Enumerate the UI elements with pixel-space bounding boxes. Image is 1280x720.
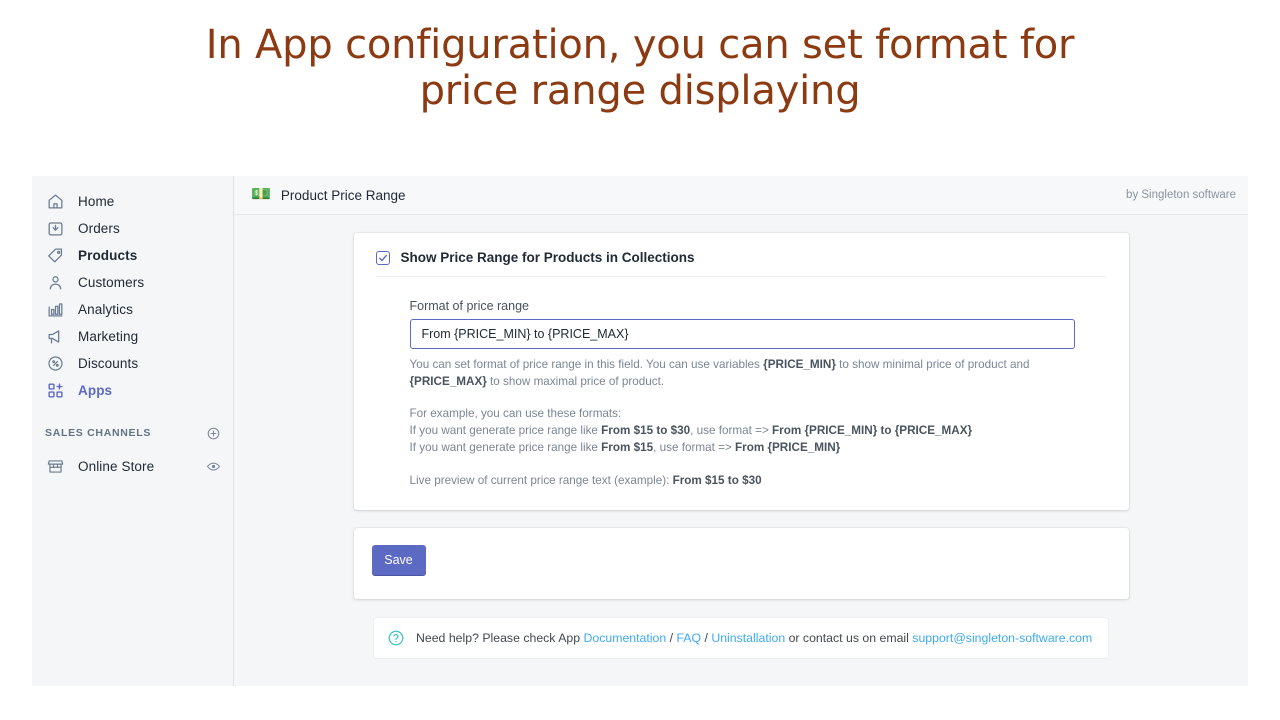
help-p1-var-min: {PRICE_MIN} xyxy=(763,358,836,371)
app-title: Product Price Range xyxy=(281,188,1126,203)
save-card: Save xyxy=(354,528,1129,599)
sidebar-item-home[interactable]: Home xyxy=(32,188,233,215)
live-preview-value: From $15 to $30 xyxy=(673,474,762,487)
sidebar-item-marketing[interactable]: Marketing xyxy=(32,323,233,350)
format-field-label: Format of price range xyxy=(410,299,1107,313)
show-price-range-checkbox[interactable] xyxy=(376,251,390,265)
show-price-range-row[interactable]: Show Price Range for Products in Collect… xyxy=(376,250,1107,277)
vendor-label: by Singleton software xyxy=(1126,189,1236,201)
faq-link[interactable]: FAQ xyxy=(676,631,701,645)
live-preview: Live preview of current price range text… xyxy=(410,473,1080,490)
question-circle-icon xyxy=(387,629,405,647)
help-p1-a: You can set format of price range in thi… xyxy=(410,358,764,371)
store-icon xyxy=(45,457,65,477)
ex2-a: If you want generate price range like xyxy=(410,441,602,454)
sidebar-item-label: Orders xyxy=(78,221,120,236)
format-input[interactable] xyxy=(410,319,1075,349)
sidebar-item-online-store[interactable]: Online Store xyxy=(32,453,233,480)
page-title-line-1: In App configuration, you can set format… xyxy=(0,22,1280,68)
live-preview-label: Live preview of current price range text… xyxy=(410,474,673,487)
analytics-icon xyxy=(45,300,65,320)
ex1-format: From {PRICE_MIN} to {PRICE_MAX} xyxy=(772,424,972,437)
page-title: In App configuration, you can set format… xyxy=(0,0,1280,114)
format-examples: For example, you can use these formats: … xyxy=(410,406,1080,457)
sidebar-item-label: Analytics xyxy=(78,302,133,317)
sidebar-item-label: Apps xyxy=(78,383,112,398)
show-price-range-label: Show Price Range for Products in Collect… xyxy=(401,250,695,265)
sidebar-item-customers[interactable]: Customers xyxy=(32,269,233,296)
example-line-1: If you want generate price range like Fr… xyxy=(410,423,1080,440)
plus-circle-icon[interactable] xyxy=(205,425,221,441)
help-footer: Need help? Please check App Documentatio… xyxy=(373,617,1109,659)
example-line-2: If you want generate price range like Fr… xyxy=(410,440,1080,457)
ex1-c: , use format => xyxy=(690,424,772,437)
help-sep-1: / xyxy=(666,631,676,645)
products-icon xyxy=(45,246,65,266)
sidebar-item-label: Products xyxy=(78,248,137,263)
sales-channels-label: SALES CHANNELS xyxy=(45,427,205,439)
home-icon xyxy=(45,192,65,212)
ex1-a: If you want generate price range like xyxy=(410,424,602,437)
help-sep-2: / xyxy=(701,631,711,645)
customers-icon xyxy=(45,273,65,293)
sidebar-item-label: Online Store xyxy=(78,459,205,474)
app-window: Home Orders Products xyxy=(32,176,1248,686)
sidebar: Home Orders Products xyxy=(32,176,234,686)
sidebar-item-orders[interactable]: Orders xyxy=(32,215,233,242)
help-footer-text: Need help? Please check App Documentatio… xyxy=(416,631,1092,645)
ex1-result: From $15 to $30 xyxy=(601,424,690,437)
help-text-b: or contact us on email xyxy=(785,631,912,645)
format-field-block: Format of price range You can set format… xyxy=(376,277,1107,490)
main-pane: 💵 Product Price Range by Singleton softw… xyxy=(234,176,1248,686)
help-p1-e: to show maximal price of product. xyxy=(487,375,664,388)
documentation-link[interactable]: Documentation xyxy=(584,631,667,645)
save-button[interactable]: Save xyxy=(372,545,426,576)
sidebar-item-label: Customers xyxy=(78,275,144,290)
format-help-text: You can set format of price range in thi… xyxy=(410,357,1080,391)
orders-icon xyxy=(45,219,65,239)
content-area: Show Price Range for Products in Collect… xyxy=(234,215,1248,686)
sidebar-item-discounts[interactable]: Discounts xyxy=(32,350,233,377)
sidebar-item-label: Discounts xyxy=(78,356,138,371)
help-text-a: Need help? Please check App xyxy=(416,631,584,645)
examples-intro: For example, you can use these formats: xyxy=(410,406,1080,423)
discounts-icon xyxy=(45,354,65,374)
ex2-result: From $15 xyxy=(601,441,653,454)
sidebar-item-products[interactable]: Products xyxy=(32,242,233,269)
sidebar-item-label: Marketing xyxy=(78,329,138,344)
sidebar-item-label: Home xyxy=(78,194,114,209)
help-p1-var-max: {PRICE_MAX} xyxy=(410,375,487,388)
support-email-link[interactable]: support@singleton-software.com xyxy=(912,631,1092,645)
uninstallation-link[interactable]: Uninstallation xyxy=(711,631,785,645)
ex2-format: From {PRICE_MIN} xyxy=(735,441,840,454)
money-banknotes-icon: 💵 xyxy=(251,187,271,203)
marketing-icon xyxy=(45,327,65,347)
apps-icon xyxy=(45,381,65,401)
sales-channels-section-header: SALES CHANNELS xyxy=(32,421,233,445)
app-topbar: 💵 Product Price Range by Singleton softw… xyxy=(234,176,1248,215)
ex2-c: , use format => xyxy=(653,441,735,454)
sidebar-item-analytics[interactable]: Analytics xyxy=(32,296,233,323)
eye-icon[interactable] xyxy=(205,459,221,475)
page-title-line-2: price range displaying xyxy=(0,68,1280,114)
settings-card: Show Price Range for Products in Collect… xyxy=(354,233,1129,510)
help-p1-c: to show minimal price of product and xyxy=(836,358,1030,371)
sidebar-item-apps[interactable]: Apps xyxy=(32,377,233,404)
